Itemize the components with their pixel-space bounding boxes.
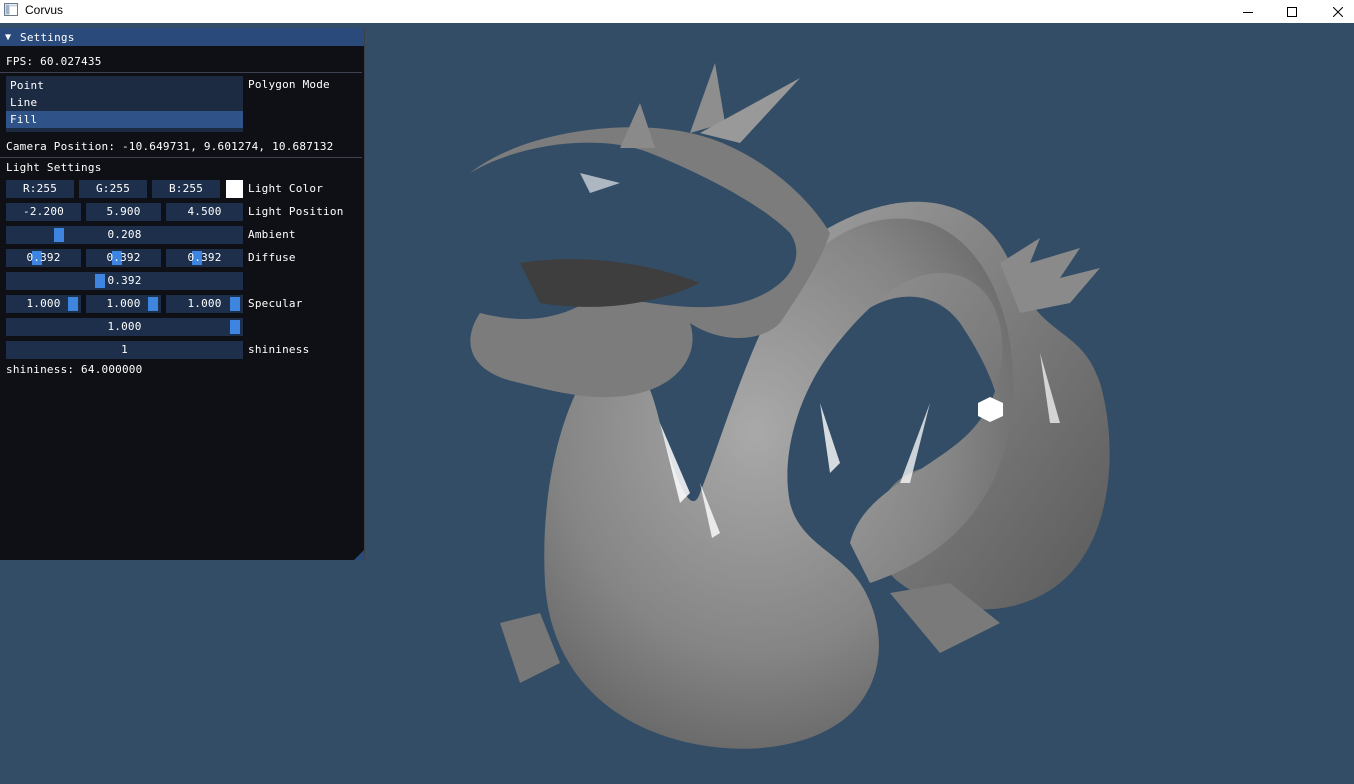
close-button[interactable] bbox=[1315, 0, 1354, 23]
light-position-label: Light Position bbox=[248, 205, 344, 218]
slider-grab[interactable] bbox=[68, 297, 78, 311]
specular-all-slider[interactable]: 1.000 bbox=[6, 318, 243, 336]
light-position-x-field[interactable]: -2.200 bbox=[6, 203, 81, 221]
light-color-swatch[interactable] bbox=[226, 180, 243, 198]
light-settings-heading: Light Settings bbox=[6, 161, 102, 174]
diffuse-y-slider[interactable]: 0.392 bbox=[86, 249, 161, 267]
settings-panel[interactable]: ▼ Settings FPS: 60.027435 Point Line Fil… bbox=[0, 28, 365, 560]
window-title: Corvus bbox=[25, 3, 64, 17]
maximize-icon bbox=[1287, 6, 1297, 17]
light-color-label: Light Color bbox=[248, 182, 324, 195]
app-icon bbox=[4, 3, 18, 16]
camera-position-readout: Camera Position: -10.649731, 9.601274, 1… bbox=[6, 140, 334, 153]
light-position-z-field[interactable]: 4.500 bbox=[166, 203, 243, 221]
window-title-bar: Corvus bbox=[0, 0, 1354, 23]
diffuse-z-slider[interactable]: 0.392 bbox=[166, 249, 243, 267]
ambient-label: Ambient bbox=[248, 228, 296, 241]
specular-y-slider[interactable]: 1.000 bbox=[86, 295, 161, 313]
polygon-mode-point[interactable]: Point bbox=[6, 77, 243, 94]
diffuse-all-slider[interactable]: 0.392 bbox=[6, 272, 243, 290]
shininess-label: shininess bbox=[248, 343, 310, 356]
minimize-icon bbox=[1243, 11, 1253, 13]
slider-grab[interactable] bbox=[95, 274, 105, 288]
separator bbox=[0, 157, 362, 158]
slider-grab[interactable] bbox=[230, 320, 240, 334]
polygon-mode-label: Polygon Mode bbox=[248, 78, 330, 91]
shininess-readout: shininess: 64.000000 bbox=[6, 363, 143, 376]
minimize-button[interactable] bbox=[1225, 0, 1271, 23]
collapse-triangle-icon[interactable]: ▼ bbox=[5, 32, 15, 43]
resize-grip-icon[interactable] bbox=[354, 550, 364, 560]
panel-title: Settings bbox=[20, 30, 75, 44]
separator bbox=[0, 72, 362, 73]
fps-readout: FPS: 60.027435 bbox=[6, 55, 102, 68]
diffuse-x-slider[interactable]: 0.392 bbox=[6, 249, 81, 267]
close-icon bbox=[1333, 6, 1343, 17]
specular-x-slider[interactable]: 1.000 bbox=[6, 295, 81, 313]
light-position-y-field[interactable]: 5.900 bbox=[86, 203, 161, 221]
specular-z-slider[interactable]: 1.000 bbox=[166, 295, 243, 313]
specular-label: Specular bbox=[248, 297, 303, 310]
slider-grab[interactable] bbox=[230, 297, 240, 311]
light-color-r-field[interactable]: R:255 bbox=[6, 180, 74, 198]
settings-panel-header[interactable]: ▼ Settings bbox=[0, 28, 364, 46]
slider-grab[interactable] bbox=[148, 297, 158, 311]
polygon-mode-listbox[interactable]: Point Line Fill bbox=[6, 76, 243, 132]
ambient-slider[interactable]: 0.208 bbox=[6, 226, 243, 244]
light-color-b-field[interactable]: B:255 bbox=[152, 180, 220, 198]
maximize-button[interactable] bbox=[1269, 0, 1315, 23]
diffuse-label: Diffuse bbox=[248, 251, 296, 264]
slider-grab[interactable] bbox=[54, 228, 64, 242]
shininess-input[interactable]: 1 bbox=[6, 341, 243, 359]
polygon-mode-fill[interactable]: Fill bbox=[6, 111, 243, 128]
polygon-mode-line[interactable]: Line bbox=[6, 94, 243, 111]
light-color-g-field[interactable]: G:255 bbox=[79, 180, 147, 198]
